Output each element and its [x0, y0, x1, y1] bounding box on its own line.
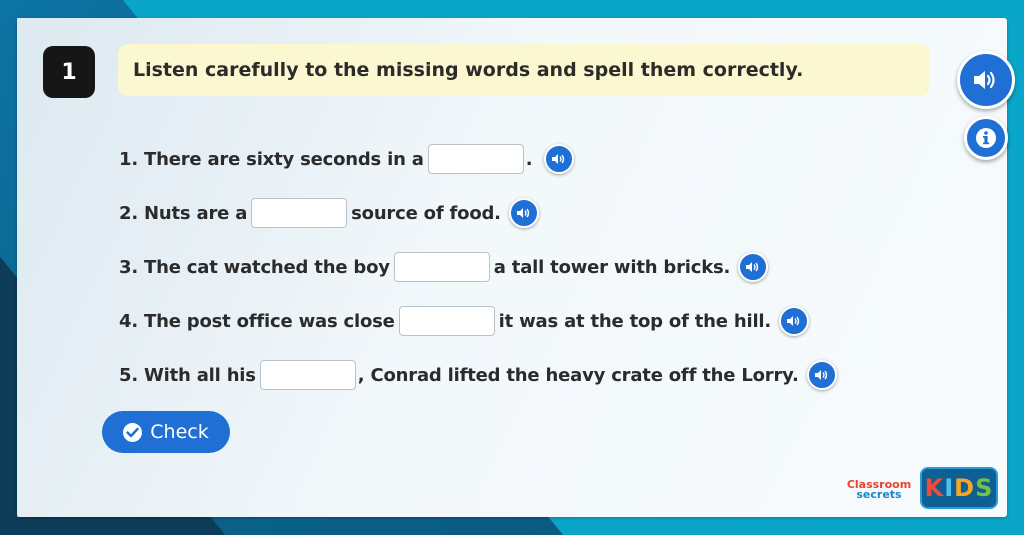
sentence-text-before: 1. There are sixty seconds in a: [119, 148, 424, 170]
classroom-secrets-logo: Classroom secrets: [846, 478, 912, 501]
sentence-audio-button-2[interactable]: [508, 198, 539, 228]
question-number-badge: 1: [43, 46, 95, 98]
kids-logo: KIDS: [920, 467, 998, 509]
sentence-row-2: 2. Nuts are a source of food.: [119, 196, 539, 230]
sentence-row-3: 3. The cat watched the boy a tall tower …: [119, 250, 769, 284]
sentence-text-after: a tall tower with bricks.: [493, 256, 731, 278]
sentence-audio-button-3[interactable]: [738, 252, 769, 282]
check-button-label: Check: [150, 421, 209, 443]
sentence-row-5: 5. With all his , Conrad lifted the heav…: [119, 358, 837, 392]
instruction-text: Listen carefully to the missing words an…: [133, 59, 804, 81]
speaker-icon: [814, 370, 827, 380]
sentence-text-after: it was at the top of the hill.: [498, 310, 772, 332]
speaker-icon: [974, 71, 995, 89]
sentence-text-after: source of food.: [351, 202, 501, 224]
sentence-audio-button-5[interactable]: [806, 360, 837, 390]
sentence-audio-button-1[interactable]: [544, 144, 575, 174]
check-button[interactable]: Check: [102, 411, 230, 453]
speaker-icon: [552, 154, 565, 164]
sentence-text-before: 2. Nuts are a: [119, 202, 248, 224]
checkmark-icon: [123, 422, 143, 442]
play-instruction-audio-button[interactable]: [957, 51, 1015, 109]
instruction-banner: Listen carefully to the missing words an…: [118, 44, 930, 96]
sentence-row-1: 1. There are sixty seconds in a .: [119, 142, 575, 176]
sentence-text-before: 3. The cat watched the boy: [119, 256, 390, 278]
answer-input-3[interactable]: [393, 252, 490, 282]
answer-input-2[interactable]: [251, 198, 348, 228]
speaker-icon: [787, 316, 800, 326]
answer-input-1[interactable]: [427, 144, 524, 174]
sentence-text-before: 5. With all his: [119, 364, 256, 386]
answer-input-5[interactable]: [259, 360, 356, 390]
info-button[interactable]: [964, 116, 1008, 160]
sentence-row-4: 4. The post office was close it was at t…: [119, 304, 810, 338]
info-icon: [976, 128, 996, 148]
sentence-audio-button-4[interactable]: [779, 306, 810, 336]
sentence-text-before: 4. The post office was close: [119, 310, 395, 332]
speaker-icon: [516, 208, 530, 218]
sentence-text-after: .: [525, 148, 533, 170]
answer-input-4[interactable]: [398, 306, 495, 336]
sentence-text-after: , Conrad lifted the heavy crate off the …: [357, 364, 799, 386]
speaker-icon: [746, 262, 759, 272]
